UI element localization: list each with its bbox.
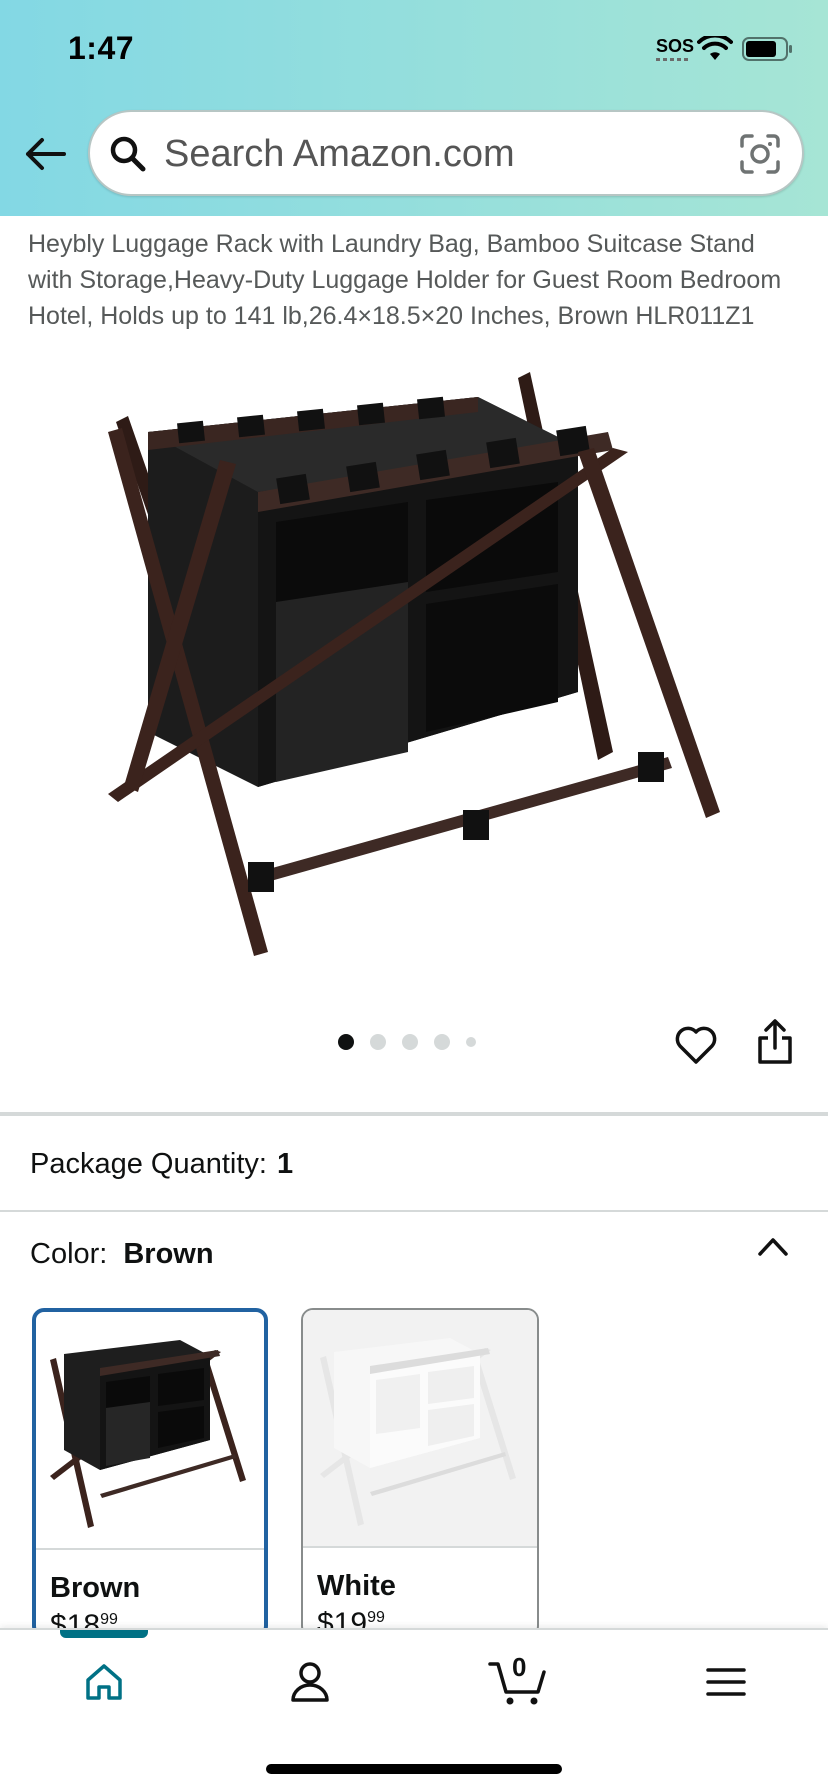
color-selector-header[interactable]: Color: Brown <box>30 1238 214 1271</box>
swatch-price-cents: 99 <box>367 1609 385 1626</box>
wifi-icon <box>697 36 733 60</box>
header: 1:47 SOS <box>0 0 828 216</box>
divider <box>0 1210 828 1212</box>
pager-dot-active[interactable] <box>338 1034 354 1050</box>
status-time: 1:47 <box>68 30 135 66</box>
pager-dot[interactable] <box>370 1034 386 1050</box>
battery-icon <box>742 37 792 61</box>
package-quantity-label: Package Quantity: <box>30 1148 267 1180</box>
status-sos: SOS <box>656 36 695 56</box>
product-title[interactable]: Heybly Luggage Rack with Laundry Bag, Ba… <box>28 226 798 334</box>
heart-icon[interactable] <box>674 1024 718 1066</box>
search-bar[interactable] <box>88 110 804 196</box>
home-icon <box>86 1664 122 1700</box>
home-indicator <box>266 1764 562 1774</box>
back-button[interactable] <box>22 134 68 174</box>
pager-dot[interactable] <box>466 1037 476 1047</box>
swatch-name: Brown <box>50 1572 141 1604</box>
image-pager[interactable] <box>338 1034 476 1050</box>
tab-home[interactable] <box>74 1654 134 1710</box>
menu-icon <box>706 1668 746 1696</box>
color-option-white[interactable]: White $1999 <box>301 1308 539 1638</box>
signal-dots <box>656 58 690 61</box>
active-tab-indicator <box>60 1630 148 1638</box>
search-icon <box>110 136 146 172</box>
account-icon <box>291 1662 329 1702</box>
cart-count: 0 <box>512 1652 527 1682</box>
chevron-up-icon[interactable] <box>756 1234 790 1258</box>
color-selected: Brown <box>123 1238 214 1270</box>
section-divider <box>0 1112 828 1116</box>
camera-lens-icon[interactable] <box>738 132 782 176</box>
pager-dot[interactable] <box>434 1034 450 1050</box>
share-icon[interactable] <box>756 1018 794 1066</box>
swatch-image <box>36 1312 264 1548</box>
product-image[interactable] <box>108 372 728 962</box>
back-arrow-icon <box>26 138 66 170</box>
swatch-image <box>303 1310 537 1546</box>
color-label: Color: <box>30 1238 108 1270</box>
search-input[interactable] <box>164 124 704 184</box>
package-quantity-value: 1 <box>276 1148 294 1180</box>
swatch-price-cents: 99 <box>100 1611 118 1628</box>
pager-dot[interactable] <box>402 1034 418 1050</box>
tab-menu[interactable] <box>696 1654 756 1710</box>
swatch-name: White <box>317 1570 396 1602</box>
package-quantity[interactable]: Package Quantity: 1 <box>30 1148 293 1181</box>
color-option-brown[interactable]: Brown $1899 <box>32 1308 268 1638</box>
tab-account[interactable] <box>280 1654 340 1710</box>
